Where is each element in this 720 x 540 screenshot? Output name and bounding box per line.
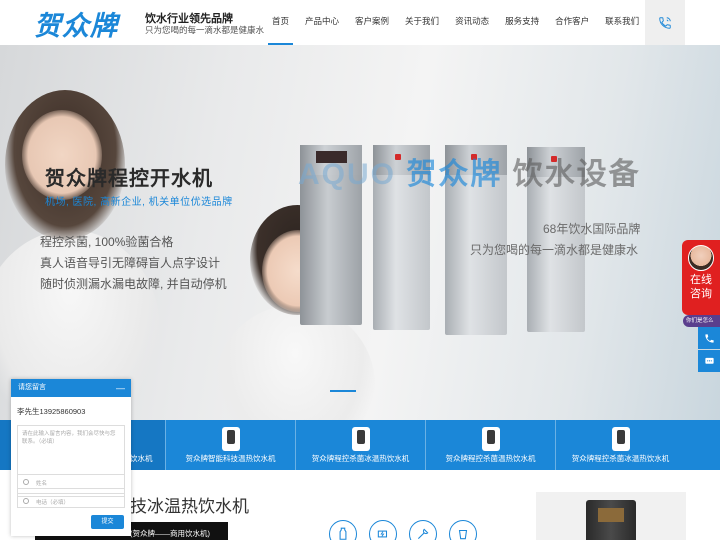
tools-icon [409, 520, 437, 540]
product-tab-label: 贺众牌程控杀菌冰温热饮水机 [571, 454, 670, 463]
dispenser-screen [598, 508, 624, 522]
brand-note-2: 只为您喝的每一滴水都是健康水 [470, 243, 639, 257]
hero-feature-1: 程控杀菌, 100%验菌合格 [40, 235, 174, 249]
phone-icon [704, 333, 714, 343]
section-title: 技冰温热饮水机 [130, 497, 249, 516]
message-widget-header[interactable]: 请您留言 — [11, 379, 131, 397]
online-consult-line-1: 在线 [690, 274, 712, 286]
dispenser-icon [481, 427, 500, 451]
name-placeholder: 姓名 [36, 481, 48, 487]
brand-note-1: 68年饮水国际品牌 [543, 222, 641, 236]
section-tag: (贺众牌——商用饮水机) [130, 529, 210, 538]
phone-icon [659, 16, 671, 29]
name-input[interactable]: 姓名 [17, 474, 125, 489]
phone-input[interactable]: 电话（必填） [17, 493, 125, 508]
nav-news[interactable]: 资讯动态 [447, 0, 497, 45]
online-consult-line-2: 咨询 [690, 288, 712, 300]
dispenser-icon [221, 427, 240, 451]
minimize-button[interactable]: — [116, 379, 125, 397]
phone-small-icon [23, 498, 29, 504]
user-icon [23, 479, 29, 485]
message-widget-title: 请您留言 [18, 384, 46, 391]
online-consult-label: 在线 咨询 [682, 273, 720, 301]
chat-bubble-icon [704, 357, 714, 364]
slogan-subtitle: 只为您喝的每一滴水都是健康水 [145, 25, 265, 35]
float-chat-button[interactable] [698, 350, 720, 372]
dispenser-icon [611, 427, 630, 451]
nav-cases[interactable]: 客户案例 [347, 0, 397, 45]
product-tab-5[interactable]: 贺众牌程控杀菌冰温热饮水机 [555, 420, 685, 470]
product-tab-label: 贺众牌智能科技温热饮水机 [185, 454, 276, 463]
slider-indicator[interactable] [330, 390, 356, 392]
product-tab-2[interactable]: 贺众牌智能科技温热饮水机 [165, 420, 295, 470]
product-tab-4[interactable]: 贺众牌程控杀菌温热饮水机 [425, 420, 555, 470]
nav-home[interactable]: 首页 [264, 0, 297, 45]
hero-feature-list: 程控杀菌, 100%验菌合格 真人语音导引无障碍盲人点字设计 随时侦测漏水漏电故… [40, 232, 227, 295]
product-tab-3[interactable]: 贺众牌程控杀菌冰温热饮水机 [295, 420, 425, 470]
brand-en: AQUO [298, 158, 396, 191]
nav-service[interactable]: 服务支持 [497, 0, 547, 45]
brand-cn: 饮水设备 [512, 158, 641, 191]
cup-icon [449, 520, 477, 540]
hero-banner[interactable]: AQUO 贺众牌 饮水设备 68年饮水国际品牌 只为您喝的每一滴水都是健康水 贺… [0, 45, 720, 420]
nav-about[interactable]: 关于我们 [397, 0, 447, 45]
hero-title: 贺众牌程控开水机 [45, 168, 213, 190]
product-tab-label: 贺众牌程控杀菌冰温热饮水机 [311, 454, 410, 463]
hero-brand-strip: AQUO 贺众牌 饮水设备 [298, 149, 641, 193]
product-tab-label: 饮水机 [130, 454, 153, 463]
message-widget: 请您留言 — 李先生13925860903 请在此输入留言内容，我们会尽快与您联… [11, 379, 131, 536]
hero-feature-3: 随时侦测漏水漏电故障, 并自动停机 [40, 277, 227, 291]
brand-logo: 贺众牌 [406, 158, 503, 191]
site-header: 贺众牌 饮水行业领先品牌 只为您喝的每一滴水都是健康水 首页 产品中心 客户案例… [0, 0, 720, 45]
nav-contact[interactable]: 联系我们 [597, 0, 647, 45]
bottle-icon [329, 520, 357, 540]
submit-button[interactable]: 提交 [91, 515, 124, 529]
dispenser-icon [351, 427, 370, 451]
nav-products[interactable]: 产品中心 [297, 0, 347, 45]
main-nav: 首页 产品中心 客户案例 关于我们 资讯动态 服务支持 合作客户 联系我们 [264, 0, 647, 45]
float-phone-button[interactable] [698, 327, 720, 349]
product-tab-label: 贺众牌程控杀菌温热饮水机 [445, 454, 536, 463]
phone-placeholder: 电话（必填） [36, 500, 70, 506]
chat-preview[interactable]: 你们是怎么 [683, 315, 720, 327]
site-logo[interactable]: 贺众牌 [34, 4, 118, 43]
battery-icon [369, 520, 397, 540]
consultant-avatar [688, 245, 714, 271]
product-photo[interactable] [536, 492, 686, 540]
hero-feature-2: 真人语音导引无障碍盲人点字设计 [40, 256, 221, 270]
header-phone-button[interactable] [645, 0, 685, 45]
nav-partners[interactable]: 合作客户 [547, 0, 597, 45]
hero-subtitle: 机场, 医院, 高新企业, 机关单位优选品牌 [45, 197, 233, 208]
contact-person: 李先生13925860903 [17, 407, 86, 416]
